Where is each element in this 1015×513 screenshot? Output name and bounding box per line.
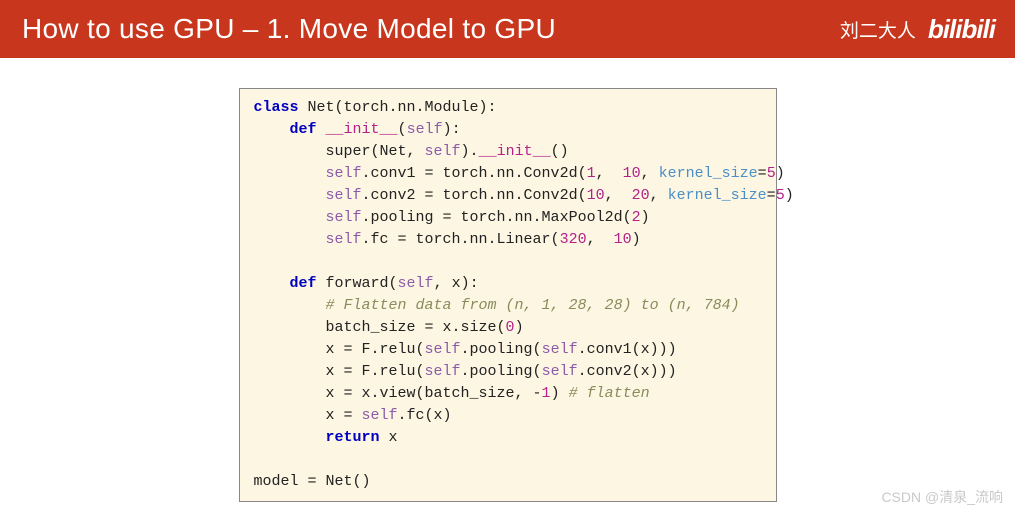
code-line: model = Net()	[254, 471, 762, 493]
header-right: 刘二大人 bilibili	[840, 14, 995, 45]
csdn-watermark: CSDN @清泉_流响	[881, 487, 1003, 507]
code-line	[254, 449, 762, 471]
code-line: batch_size = x.size(0)	[254, 317, 762, 339]
code-line: # Flatten data from (n, 1, 28, 28) to (n…	[254, 295, 762, 317]
code-line: self.conv2 = torch.nn.Conv2d(10, 20, ker…	[254, 185, 762, 207]
code-line: x = x.view(batch_size, -1) # flatten	[254, 383, 762, 405]
slide-body: class Net(torch.nn.Module): def __init__…	[0, 58, 1015, 502]
code-line: super(Net, self).__init__()	[254, 141, 762, 163]
code-line: self.conv1 = torch.nn.Conv2d(1, 10, kern…	[254, 163, 762, 185]
code-line: self.fc = torch.nn.Linear(320, 10)	[254, 229, 762, 251]
slide-header: How to use GPU – 1. Move Model to GPU 刘二…	[0, 0, 1015, 58]
code-line: class Net(torch.nn.Module):	[254, 97, 762, 119]
code-line: return x	[254, 427, 762, 449]
code-block: class Net(torch.nn.Module): def __init__…	[239, 88, 777, 502]
code-line: def forward(self, x):	[254, 273, 762, 295]
code-line: def __init__(self):	[254, 119, 762, 141]
code-line	[254, 251, 762, 273]
code-line: x = F.relu(self.pooling(self.conv2(x)))	[254, 361, 762, 383]
slide-title: How to use GPU – 1. Move Model to GPU	[22, 13, 556, 45]
code-line: self.pooling = torch.nn.MaxPool2d(2)	[254, 207, 762, 229]
bilibili-logo-icon: bilibili	[928, 14, 995, 45]
author-name: 刘二大人	[840, 16, 916, 43]
code-line: x = F.relu(self.pooling(self.conv1(x)))	[254, 339, 762, 361]
code-line: x = self.fc(x)	[254, 405, 762, 427]
